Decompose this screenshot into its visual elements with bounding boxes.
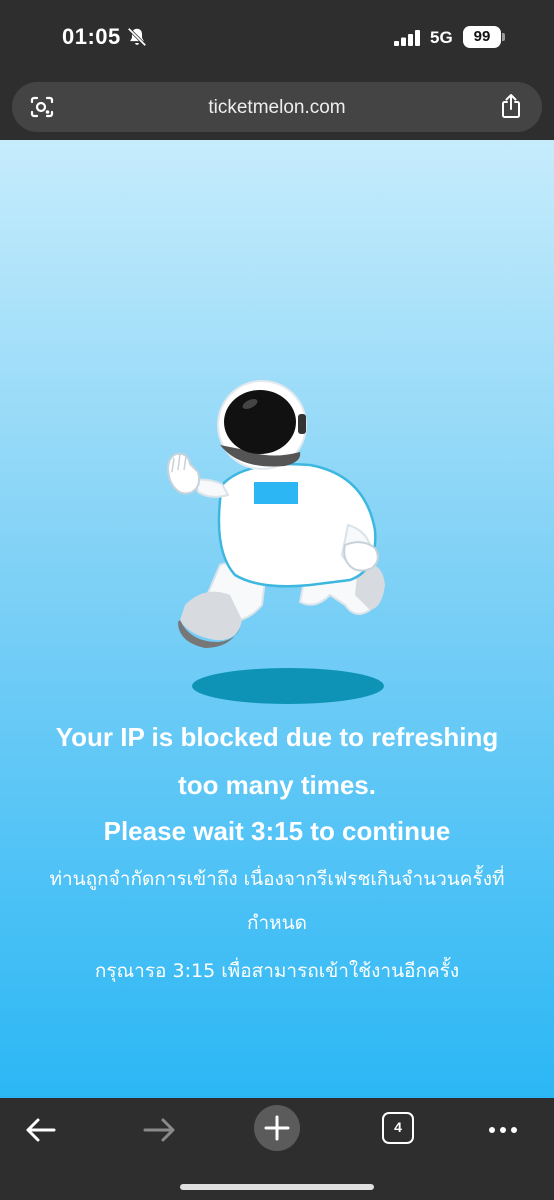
new-tab-button[interactable] <box>254 1105 300 1151</box>
bottom-toolbar: 4 <box>0 1098 554 1200</box>
blocked-page: Your IP is blocked due to refreshing too… <box>0 140 554 1098</box>
astronaut-illustration <box>167 380 385 704</box>
share-icon[interactable] <box>500 93 522 119</box>
wait-message: Please wait 3:15 to continue <box>103 816 451 846</box>
battery-icon: 99 <box>463 26 505 48</box>
status-time: 01:05 <box>62 24 121 49</box>
forward-arrow-icon[interactable] <box>137 1108 181 1152</box>
bell-slash-icon <box>127 27 147 47</box>
block-message-line2: too many times. <box>178 770 376 800</box>
battery-level: 99 <box>463 26 501 48</box>
signal-icon <box>394 30 420 46</box>
thai-wait-message: กรุณารอ 3:15 เพื่อสามารถเข้าใช้งานอีกครั… <box>94 960 460 982</box>
home-indicator[interactable] <box>180 1184 374 1190</box>
plus-icon <box>264 1115 290 1141</box>
thai-message-line1: ท่านถูกจำกัดการเข้าถึง เนื่องจากรีเฟรชเก… <box>49 868 505 890</box>
address-bar[interactable]: ticketmelon.com <box>12 82 542 132</box>
battery-tip <box>502 33 505 41</box>
tabs-button[interactable]: 4 <box>378 1108 422 1152</box>
thai-message-line2: กำหนด <box>246 912 308 934</box>
browser-toolbar: ticketmelon.com <box>0 76 554 140</box>
more-icon[interactable] <box>482 1108 526 1152</box>
back-arrow-icon[interactable] <box>20 1108 64 1152</box>
network-type: 5G <box>430 28 453 47</box>
tab-count: 4 <box>382 1112 414 1144</box>
url-text[interactable]: ticketmelon.com <box>12 97 542 119</box>
block-message-line1: Your IP is blocked due to refreshing <box>55 722 499 752</box>
status-bar: 01:05 5G 99 <box>0 0 554 76</box>
